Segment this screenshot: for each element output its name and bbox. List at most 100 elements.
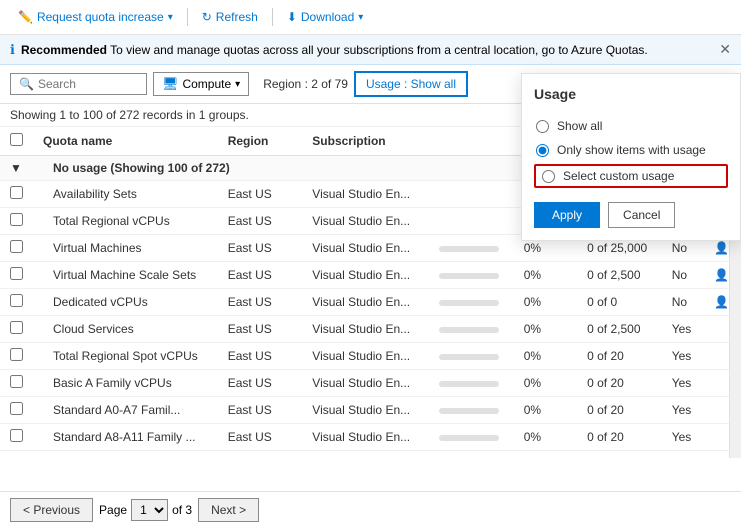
quota-region: East US xyxy=(218,262,303,289)
pct-cell: 0% xyxy=(514,343,577,370)
quota-name: Availability Sets xyxy=(33,181,218,208)
radio-custom-usage[interactable]: Select custom usage xyxy=(534,164,728,188)
banner-close-button[interactable]: ✕ xyxy=(719,41,731,58)
progress-bar-cell xyxy=(429,208,514,235)
progress-bar-cell xyxy=(429,289,514,316)
info-icon: ℹ xyxy=(10,42,15,58)
quota-subscription: Visual Studio En... xyxy=(302,316,429,343)
limit-cell: 0 of 20 xyxy=(577,370,662,397)
quota-region: East US xyxy=(218,343,303,370)
quota-name: Total Regional vCPUs xyxy=(33,208,218,235)
quota-subscription: Visual Studio En... xyxy=(302,289,429,316)
quota-region: East US xyxy=(218,451,303,456)
row-checkbox[interactable] xyxy=(10,375,23,388)
alert-cell: Yes xyxy=(662,451,704,456)
cancel-button[interactable]: Cancel xyxy=(608,202,675,228)
quota-name: Standard D Family vC... xyxy=(33,451,218,456)
pct-cell: 0% xyxy=(514,316,577,343)
quota-subscription: Visual Studio En... xyxy=(302,262,429,289)
limit-cell: 0 of 20 xyxy=(577,343,662,370)
search-icon: 🔍 xyxy=(19,77,34,91)
radio-only-usage-input[interactable] xyxy=(536,144,549,157)
progress-bar-cell xyxy=(429,451,514,456)
download-button[interactable]: ⬇ Download ▾ xyxy=(279,6,371,28)
row-checkbox[interactable] xyxy=(10,213,23,226)
quota-name: Virtual Machine Scale Sets xyxy=(33,262,218,289)
row-checkbox[interactable] xyxy=(10,321,23,334)
quota-name: Standard A8-A11 Family ... xyxy=(33,424,218,451)
quota-subscription: Visual Studio En... xyxy=(302,451,429,456)
row-checkbox[interactable] xyxy=(10,348,23,361)
row-checkbox[interactable] xyxy=(10,294,23,307)
next-button[interactable]: Next > xyxy=(198,498,259,522)
radio-only-usage[interactable]: Only show items with usage xyxy=(534,138,728,162)
previous-button[interactable]: < Previous xyxy=(10,498,93,522)
expand-icon[interactable]: ▼ xyxy=(10,161,22,175)
quota-region: East US xyxy=(218,235,303,262)
limit-cell: 0 of 20 xyxy=(577,424,662,451)
request-quota-button[interactable]: ✏️ Request quota increase ▾ xyxy=(10,6,181,28)
table-row: Standard A8-A11 Family ... East US Visua… xyxy=(0,424,741,451)
quota-name: Virtual Machines xyxy=(33,235,218,262)
quota-region: East US xyxy=(218,208,303,235)
progress-bar-cell xyxy=(429,343,514,370)
pagination: < Previous Page 123 of 3 Next > xyxy=(0,491,741,528)
search-input[interactable] xyxy=(38,77,138,91)
table-row: Virtual Machine Scale Sets East US Visua… xyxy=(0,262,741,289)
progress-bar-cell xyxy=(429,262,514,289)
info-banner: ℹ Recommended To view and manage quotas … xyxy=(0,35,741,65)
quota-subscription: Visual Studio En... xyxy=(302,208,429,235)
quota-name: Cloud Services xyxy=(33,316,218,343)
pct-cell: 0% xyxy=(514,370,577,397)
alert-cell: Yes xyxy=(662,397,704,424)
person-icon[interactable]: 👤 xyxy=(714,268,729,282)
select-all-checkbox[interactable] xyxy=(10,133,23,146)
limit-cell: 0 of 20 xyxy=(577,397,662,424)
pct-cell: 0% xyxy=(514,397,577,424)
usage-dropdown: Usage Show all Only show items with usag… xyxy=(521,73,741,241)
compute-icon: 🖥 xyxy=(162,76,179,92)
progress-bar-cell xyxy=(429,181,514,208)
dropdown-title: Usage xyxy=(534,86,728,102)
person-icon[interactable]: 👤 xyxy=(714,241,729,255)
row-checkbox[interactable] xyxy=(10,186,23,199)
quota-subscription: Visual Studio En... xyxy=(302,424,429,451)
pct-cell: 0% xyxy=(514,451,577,456)
quota-region: East US xyxy=(218,397,303,424)
compute-dropdown[interactable]: 🖥 Compute ▾ xyxy=(153,72,249,96)
search-box[interactable]: 🔍 xyxy=(10,73,147,95)
quota-name: Basic A Family vCPUs xyxy=(33,370,218,397)
quota-subscription: Visual Studio En... xyxy=(302,343,429,370)
alert-cell: No xyxy=(662,262,704,289)
row-checkbox[interactable] xyxy=(10,240,23,253)
alert-cell: Yes xyxy=(662,343,704,370)
row-checkbox[interactable] xyxy=(10,402,23,415)
col-header-region: Region xyxy=(218,127,303,156)
person-icon[interactable]: 👤 xyxy=(714,295,729,309)
row-checkbox[interactable] xyxy=(10,267,23,280)
table-row: Standard A0-A7 Famil... East US Visual S… xyxy=(0,397,741,424)
region-label: Region : 2 of 79 xyxy=(263,77,348,91)
usage-filter-button[interactable]: Usage : Show all xyxy=(354,71,468,97)
refresh-button[interactable]: ↻ Refresh xyxy=(194,6,266,28)
banner-text: Recommended To view and manage quotas ac… xyxy=(21,43,713,57)
radio-show-all-input[interactable] xyxy=(536,120,549,133)
col-header-usage xyxy=(429,127,514,156)
table-row: Dedicated vCPUs East US Visual Studio En… xyxy=(0,289,741,316)
chevron-down-icon3: ▾ xyxy=(235,79,240,90)
quota-subscription: Visual Studio En... xyxy=(302,235,429,262)
page-select[interactable]: 123 xyxy=(131,499,168,521)
separator2 xyxy=(272,8,273,26)
pct-cell: 0% xyxy=(514,289,577,316)
col-header-subscription: Subscription xyxy=(302,127,429,156)
apply-button[interactable]: Apply xyxy=(534,202,600,228)
row-checkbox[interactable] xyxy=(10,429,23,442)
alert-cell: Yes xyxy=(662,316,704,343)
quota-name: Total Regional Spot vCPUs xyxy=(33,343,218,370)
limit-cell: 0 of 2,500 xyxy=(577,316,662,343)
radio-show-all[interactable]: Show all xyxy=(534,114,728,138)
radio-custom-usage-input[interactable] xyxy=(542,170,555,183)
col-header-quota-name: Quota name xyxy=(33,127,218,156)
quota-region: East US xyxy=(218,424,303,451)
quota-name: Dedicated vCPUs xyxy=(33,289,218,316)
